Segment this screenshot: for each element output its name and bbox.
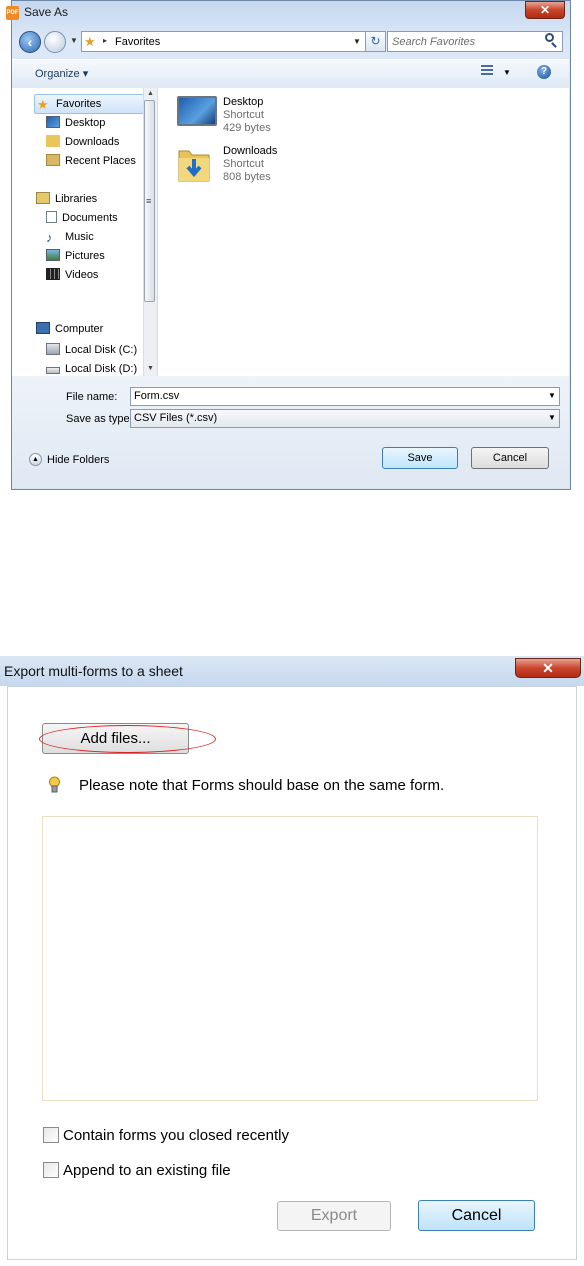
- search-placeholder: Search Favorites: [392, 36, 476, 48]
- back-arrow-icon[interactable]: ‹: [19, 31, 41, 53]
- forward-arrow-icon[interactable]: [44, 31, 66, 53]
- selected-files-list[interactable]: [42, 816, 538, 1101]
- nav-music-label: Music: [65, 231, 94, 243]
- file-name: Downloads: [223, 145, 278, 157]
- file-item-desktop[interactable]: Desktop Shortcut 429 bytes: [223, 96, 271, 135]
- file-name: Desktop: [223, 96, 264, 108]
- nav-documents[interactable]: Documents: [46, 209, 118, 227]
- file-size: 429 bytes: [223, 122, 271, 134]
- documents-icon: [46, 211, 57, 223]
- nav-local-disk-c[interactable]: Local Disk (C:): [46, 341, 137, 359]
- nav-pictures[interactable]: Pictures: [46, 247, 105, 265]
- pictures-icon: [46, 249, 60, 261]
- append-existing-file-checkbox[interactable]: [43, 1162, 59, 1178]
- navigation-pane[interactable]: ★ Favorites Desktop Downloads Recent Plac…: [12, 88, 158, 376]
- drive-d-icon: [46, 367, 60, 374]
- recent-places-icon: [46, 154, 60, 166]
- file-name-dropdown-icon[interactable]: ▼: [548, 391, 556, 400]
- nav-computer[interactable]: Computer: [36, 320, 103, 338]
- save-type-dropdown-icon[interactable]: ▼: [548, 413, 556, 422]
- nav-local-disk-c-label: Local Disk (C:): [65, 344, 138, 356]
- file-type: Shortcut: [223, 158, 264, 170]
- highlight-ellipse-annotation: [39, 725, 216, 753]
- export-button[interactable]: Export: [277, 1201, 391, 1231]
- search-icon[interactable]: [545, 33, 554, 42]
- append-existing-file-label[interactable]: Append to an existing file: [63, 1162, 231, 1179]
- libraries-icon: [36, 192, 50, 204]
- refresh-button[interactable]: ↻: [365, 31, 386, 52]
- note-text: Please note that Forms should base on th…: [79, 777, 445, 794]
- downloads-folder-icon[interactable]: [177, 145, 211, 183]
- address-dropdown-icon[interactable]: ▼: [353, 37, 361, 46]
- nav-libraries[interactable]: Libraries: [36, 190, 97, 208]
- nav-local-disk-d[interactable]: Local Disk (D:): [46, 360, 137, 376]
- help-icon[interactable]: ?: [537, 65, 551, 79]
- file-name-label: File name:: [66, 391, 118, 403]
- export-cancel-button[interactable]: Cancel: [418, 1200, 535, 1231]
- nav-libraries-label: Libraries: [55, 193, 98, 205]
- nav-computer-label: Computer: [55, 323, 104, 335]
- save-as-title: Save As: [24, 5, 69, 19]
- nav-music[interactable]: ♪ Music: [46, 228, 94, 246]
- file-name-input[interactable]: [130, 387, 560, 406]
- nav-recent-places-label: Recent Places: [65, 155, 136, 167]
- favorites-star-icon: ★: [84, 34, 96, 49]
- contain-closed-forms-label[interactable]: Contain forms you closed recently: [63, 1127, 289, 1144]
- nav-downloads-label: Downloads: [65, 136, 120, 148]
- breadcrumb-chevron-icon[interactable]: ▸: [103, 36, 107, 45]
- hide-folders-label[interactable]: Hide Folders: [47, 454, 109, 466]
- nav-desktop-label: Desktop: [65, 117, 106, 129]
- drive-c-icon: [46, 343, 60, 355]
- save-type-value[interactable]: CSV Files (*.csv): [134, 412, 217, 424]
- save-as-close-button[interactable]: ✕: [525, 1, 565, 19]
- nav-downloads[interactable]: Downloads: [46, 133, 119, 151]
- export-close-button[interactable]: ✕: [515, 658, 581, 678]
- nav-favorites-label: Favorites: [56, 98, 102, 110]
- videos-icon: [46, 268, 60, 280]
- history-dropdown-icon[interactable]: ▼: [70, 36, 78, 45]
- view-options-icon[interactable]: [481, 65, 493, 78]
- scroll-grip-icon: ≡: [146, 196, 152, 206]
- star-icon: ★: [37, 97, 49, 112]
- address-location[interactable]: Favorites: [115, 36, 160, 48]
- nav-desktop[interactable]: Desktop: [46, 114, 105, 132]
- file-name-value[interactable]: Form.csv: [134, 390, 179, 402]
- desktop-icon: [46, 116, 60, 128]
- pdf-app-icon: PDF: [6, 6, 19, 20]
- nav-videos[interactable]: Videos: [46, 266, 98, 284]
- export-dialog-title: Export multi-forms to a sheet: [4, 663, 183, 679]
- file-size: 808 bytes: [223, 171, 271, 183]
- file-type: Shortcut: [223, 109, 264, 121]
- music-icon: ♪: [46, 230, 53, 245]
- file-list-pane[interactable]: [158, 88, 569, 376]
- save-type-label: Save as type:: [66, 413, 133, 425]
- file-item-downloads[interactable]: Downloads Shortcut 808 bytes: [223, 145, 277, 184]
- contain-closed-forms-checkbox[interactable]: [43, 1127, 59, 1143]
- hide-folders-icon[interactable]: ▲: [29, 453, 42, 466]
- downloads-icon: [46, 135, 60, 147]
- nav-documents-label: Documents: [62, 212, 118, 224]
- cancel-button[interactable]: Cancel: [471, 447, 549, 469]
- nav-favorites[interactable]: ★ Favorites: [34, 94, 157, 114]
- scroll-down-icon[interactable]: ▼: [147, 365, 154, 372]
- computer-icon: [36, 322, 50, 334]
- scroll-up-icon[interactable]: ▲: [147, 90, 154, 97]
- nav-local-disk-d-label: Local Disk (D:): [65, 363, 138, 375]
- desktop-shortcut-icon[interactable]: [177, 96, 217, 126]
- save-button[interactable]: Save: [382, 447, 458, 469]
- nav-pictures-label: Pictures: [65, 250, 105, 262]
- nav-videos-label: Videos: [65, 269, 99, 281]
- organize-menu[interactable]: Organize ▾: [35, 67, 88, 80]
- view-dropdown-icon[interactable]: ▼: [503, 68, 511, 77]
- lightbulb-icon: [49, 776, 60, 793]
- nav-recent-places[interactable]: Recent Places: [46, 152, 136, 170]
